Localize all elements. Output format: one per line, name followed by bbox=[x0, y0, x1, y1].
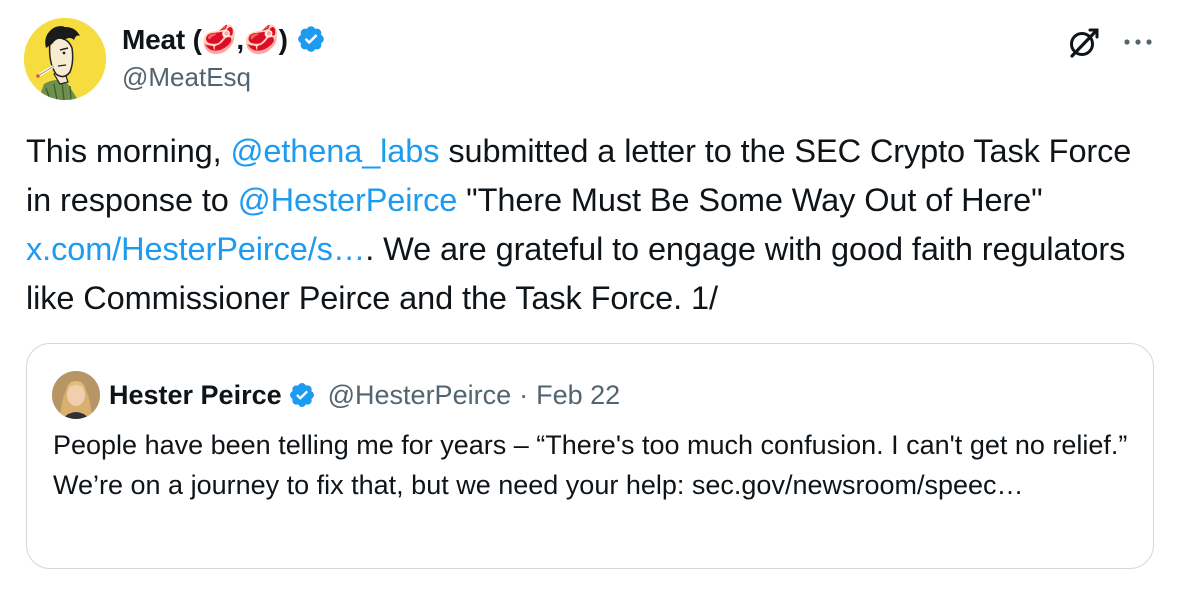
tweet-text-part: "There Must Be Some Way Out of Here" bbox=[457, 182, 1043, 218]
author-handle[interactable]: @MeatEsq bbox=[122, 62, 326, 93]
quoted-link[interactable]: sec.gov/newsroom/speec… bbox=[692, 470, 1024, 500]
verified-badge-icon[interactable] bbox=[296, 24, 326, 54]
mention-hester-peirce[interactable]: @HesterPeirce bbox=[238, 182, 458, 218]
separator-dot: · bbox=[519, 379, 529, 410]
quoted-author-avatar[interactable] bbox=[52, 371, 100, 419]
quoted-timestamp[interactable]: Feb 22 bbox=[536, 380, 620, 411]
quoted-avatar-photo bbox=[52, 371, 100, 419]
author-name-row[interactable]: Meat (🥩,🥩) bbox=[122, 20, 326, 58]
more-options-icon[interactable] bbox=[1118, 22, 1158, 62]
quoted-header: Hester Peirce @HesterPeirce · Feb 22 bbox=[109, 376, 620, 414]
tweet-text-part: This morning, bbox=[26, 133, 231, 169]
grok-icon[interactable] bbox=[1066, 26, 1100, 60]
quoted-author-handle[interactable]: @HesterPeirce bbox=[328, 380, 511, 411]
more-icon bbox=[1124, 39, 1152, 45]
tweet-link[interactable]: x.com/HesterPeirce/s… bbox=[26, 231, 365, 267]
quoted-verified-badge-icon[interactable] bbox=[288, 381, 316, 409]
author-avatar[interactable] bbox=[24, 18, 106, 100]
quoted-text: People have been telling me for years – … bbox=[53, 425, 1133, 505]
author-display-name[interactable]: Meat (🥩,🥩) bbox=[122, 23, 288, 56]
tweet-text: This morning, @ethena_labs submitted a l… bbox=[26, 127, 1161, 323]
quoted-author-name[interactable]: Hester Peirce bbox=[109, 380, 282, 411]
author-info: Meat (🥩,🥩) @MeatEsq bbox=[122, 20, 326, 93]
tweet-card: Meat (🥩,🥩) @MeatEsq This morning, @ethen… bbox=[0, 0, 1188, 590]
quoted-tweet[interactable]: Hester Peirce @HesterPeirce · Feb 22 Peo… bbox=[26, 343, 1154, 569]
avatar-illustration bbox=[24, 18, 106, 100]
mention-ethena-labs[interactable]: @ethena_labs bbox=[231, 133, 440, 169]
